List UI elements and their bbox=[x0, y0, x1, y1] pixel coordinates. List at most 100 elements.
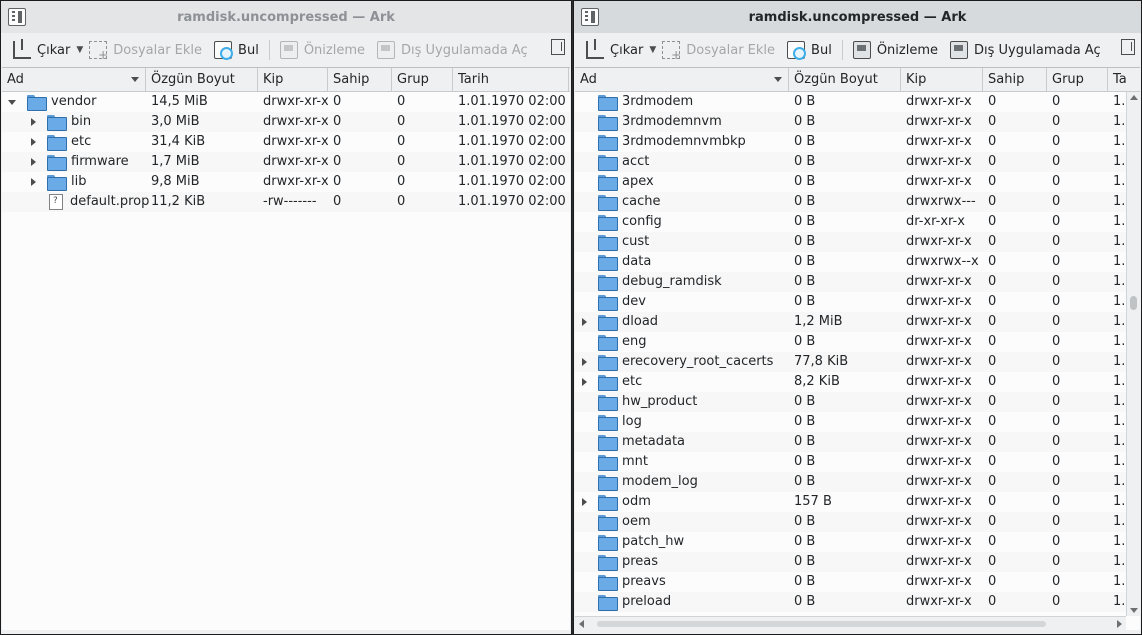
table-row[interactable]: lib 9,8 MiB drwxr-xr-x 0 0 1.01.1970 02:00 bbox=[2, 172, 570, 192]
column-mode[interactable]: Kip bbox=[901, 68, 983, 92]
table-row[interactable]: cache 0 Bdrwxrwx--- 0 0 1.0 bbox=[575, 192, 1140, 212]
item-name: vendor bbox=[51, 94, 97, 109]
toolbar-overflow-icon[interactable] bbox=[551, 39, 565, 55]
group-cell: 0 bbox=[1052, 534, 1061, 549]
chevron-down-icon[interactable]: ▼ bbox=[76, 45, 83, 55]
table-row[interactable]: patch_hw 0 Bdrwxr-xr-x 0 0 1.0 bbox=[575, 532, 1140, 552]
table-row[interactable]: modem_log 0 Bdrwxr-xr-x 0 0 1.0 bbox=[575, 472, 1140, 492]
table-row[interactable]: dev 0 Bdrwxr-xr-x 0 0 1.0 bbox=[575, 292, 1140, 312]
horizontal-scrollbar[interactable] bbox=[575, 616, 1126, 630]
archive-tree-view[interactable]: Ad Özgün Boyut Kip Sahip Grup Tarih vend… bbox=[2, 67, 570, 630]
table-row[interactable]: metadata 0 Bdrwxr-xr-x 0 0 1.0 bbox=[575, 432, 1140, 452]
toolbar-overflow-icon[interactable] bbox=[1121, 39, 1135, 55]
owner-cell: 0 bbox=[988, 414, 997, 429]
table-row[interactable]: vendor 14,5 MiB drwxr-xr-x 0 0 1.01.1970 02:0… bbox=[2, 92, 570, 112]
open-with-button[interactable]: Dış Uygulamada Aç bbox=[371, 37, 534, 63]
column-date[interactable]: Tarih bbox=[453, 68, 569, 92]
table-row[interactable]: etc 31,4 KiB drwxr-xr-x 0 0 1.01.1970 02:00 bbox=[2, 132, 570, 152]
column-group[interactable]: Grup bbox=[1047, 68, 1108, 92]
name-cell: cust bbox=[575, 232, 789, 252]
mode-cell: drwxr-xr-x bbox=[906, 314, 972, 329]
ark-window-right[interactable]: ramdisk.uncompressed — Ark Çıkar ▼ Dosya… bbox=[573, 0, 1142, 635]
table-row[interactable]: config 0 Bdr-xr-xr-x 0 0 1.0 bbox=[575, 212, 1140, 232]
table-row[interactable]: 3rdmodem 0 Bdrwxr-xr-x 0 0 1.0 bbox=[575, 92, 1140, 112]
table-row[interactable]: preas 0 Bdrwxr-xr-x 0 0 1.0 bbox=[575, 552, 1140, 572]
table-row[interactable]: 3rdmodemnvmbkp 0 Bdrwxr-xr-x 0 0 1.0 bbox=[575, 132, 1140, 152]
add-files-button[interactable]: Dosyalar Ekle bbox=[656, 37, 781, 63]
find-button[interactable]: Bul bbox=[208, 37, 265, 63]
find-button[interactable]: Bul bbox=[781, 37, 838, 63]
ark-window-left[interactable]: ramdisk.uncompressed — Ark Çıkar ▼ Dosya… bbox=[0, 0, 572, 635]
column-date[interactable]: Ta bbox=[1108, 68, 1140, 92]
ark-archive-icon[interactable] bbox=[581, 8, 599, 26]
table-row[interactable]: firmware 1,7 MiB drwxr-xr-x 0 0 1.01.1970 02:… bbox=[2, 152, 570, 172]
scroll-up-icon[interactable] bbox=[1130, 95, 1138, 100]
expand-arrow-icon[interactable] bbox=[579, 357, 589, 367]
column-size[interactable]: Özgün Boyut bbox=[789, 68, 901, 92]
expand-arrow-icon[interactable] bbox=[28, 157, 38, 167]
table-row[interactable]: dload 1,2 MiB drwxr-xr-x 0 0 1.0 bbox=[575, 312, 1140, 332]
scrollbar-thumb[interactable] bbox=[597, 621, 1046, 627]
add-files-label: Dosyalar Ekle bbox=[113, 42, 203, 58]
column-owner[interactable]: Sahip bbox=[328, 68, 392, 92]
scroll-right-icon[interactable] bbox=[1117, 620, 1122, 628]
column-owner[interactable]: Sahip bbox=[983, 68, 1047, 92]
column-size[interactable]: Özgün Boyut bbox=[146, 68, 258, 92]
expand-arrow-icon[interactable] bbox=[28, 117, 38, 127]
date-cell: 1.01.1970 02:00 bbox=[458, 194, 566, 209]
table-row[interactable]: hw_product 0 Bdrwxr-xr-x 0 0 1.0 bbox=[575, 392, 1140, 412]
group-cell: 0 bbox=[1052, 334, 1061, 349]
extract-button[interactable]: Çıkar bbox=[580, 37, 649, 63]
table-row[interactable]: etc 8,2 KiB drwxr-xr-x 0 0 1.0 bbox=[575, 372, 1140, 392]
column-name[interactable]: Ad bbox=[575, 68, 789, 92]
owner-cell: 0 bbox=[988, 214, 997, 229]
ark-archive-icon[interactable] bbox=[8, 8, 26, 26]
item-name: log bbox=[622, 414, 642, 429]
folder-icon bbox=[47, 155, 67, 171]
column-group[interactable]: Grup bbox=[392, 68, 453, 92]
scroll-down-icon[interactable] bbox=[1130, 608, 1138, 613]
expand-arrow-icon[interactable] bbox=[8, 97, 18, 107]
expand-arrow-icon[interactable] bbox=[579, 317, 589, 327]
table-row[interactable]: oem 0 Bdrwxr-xr-x 0 0 1.0 bbox=[575, 512, 1140, 532]
add-files-button[interactable]: Dosyalar Ekle bbox=[83, 37, 208, 63]
table-row[interactable]: apex 0 Bdrwxr-xr-x 0 0 1.0 bbox=[575, 172, 1140, 192]
expand-arrow-icon[interactable] bbox=[579, 377, 589, 387]
open-with-button[interactable]: Dış Uygulamada Aç bbox=[944, 37, 1107, 63]
table-row[interactable]: preload 0 Bdrwxr-xr-x 0 0 1.0 bbox=[575, 592, 1140, 612]
table-row[interactable]: mnt 0 Bdrwxr-xr-x 0 0 1.0 bbox=[575, 452, 1140, 472]
scrollbar-thumb[interactable] bbox=[1130, 296, 1137, 310]
folder-icon bbox=[598, 115, 618, 131]
table-row[interactable]: odm 157 Bdrwxr-xr-x 0 0 1.0 bbox=[575, 492, 1140, 512]
expand-arrow-icon[interactable] bbox=[28, 177, 38, 187]
column-name[interactable]: Ad bbox=[2, 68, 146, 92]
preview-button[interactable]: Önizleme bbox=[274, 37, 371, 63]
archive-tree-view[interactable]: Ad Özgün Boyut Kip Sahip Grup Ta 3rdmode… bbox=[575, 67, 1140, 630]
open-with-label: Dış Uygulamada Aç bbox=[401, 42, 528, 58]
column-mode[interactable]: Kip bbox=[258, 68, 328, 92]
table-row[interactable]: preavs 0 Bdrwxr-xr-x 0 0 1.0 bbox=[575, 572, 1140, 592]
chevron-down-icon[interactable]: ▼ bbox=[649, 45, 656, 55]
vertical-scrollbar[interactable] bbox=[1126, 92, 1140, 616]
table-row[interactable]: debug_ramdisk 0 Bdrwxr-xr-x 0 0 1.0 bbox=[575, 272, 1140, 292]
table-row[interactable]: bin 3,0 MiB drwxr-xr-x 0 0 1.01.1970 02:00 bbox=[2, 112, 570, 132]
extract-button[interactable]: Çıkar bbox=[7, 37, 76, 63]
table-row[interactable]: eng 0 Bdrwxr-xr-x 0 0 1.0 bbox=[575, 332, 1140, 352]
table-row[interactable]: 3rdmodemnvm 0 Bdrwxr-xr-x 0 0 1.0 bbox=[575, 112, 1140, 132]
table-row[interactable]: log 0 Bdrwxr-xr-x 0 0 1.0 bbox=[575, 412, 1140, 432]
preview-button[interactable]: Önizleme bbox=[847, 37, 944, 63]
expand-arrow-icon[interactable] bbox=[28, 137, 38, 147]
table-row[interactable]: data 0 Bdrwxrwx--x 0 0 1.0 bbox=[575, 252, 1140, 272]
table-row[interactable]: acct 0 Bdrwxr-xr-x 0 0 1.0 bbox=[575, 152, 1140, 172]
title-bar[interactable]: ramdisk.uncompressed — Ark bbox=[1, 1, 571, 33]
table-row[interactable]: cust 0 Bdrwxr-xr-x 0 0 1.0 bbox=[575, 232, 1140, 252]
table-row[interactable]: default.prop11,2 KiB -rw------- 0 0 1.01.197… bbox=[2, 192, 570, 212]
table-row[interactable]: erecovery_root_cacerts 77,8 KiB drwxr-xr-x… bbox=[575, 352, 1140, 372]
scroll-left-icon[interactable] bbox=[579, 620, 584, 628]
title-bar[interactable]: ramdisk.uncompressed — Ark bbox=[574, 1, 1141, 33]
expand-arrow-icon[interactable] bbox=[579, 497, 589, 507]
